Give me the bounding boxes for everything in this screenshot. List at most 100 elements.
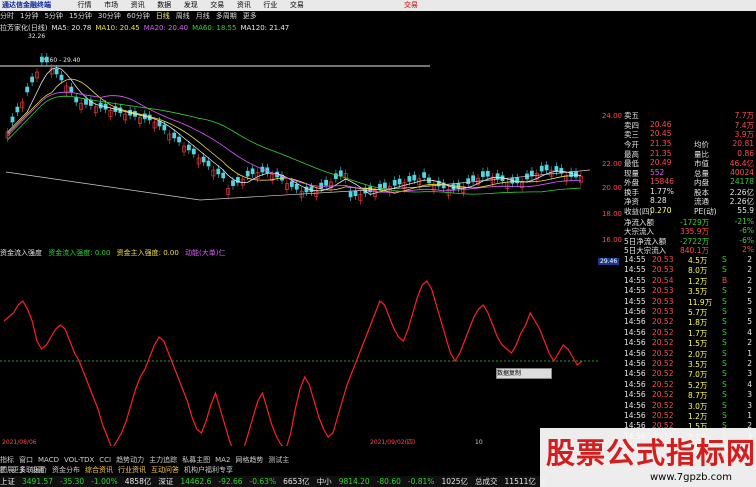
- menu-item-market2[interactable]: 市场: [104, 0, 118, 11]
- date-left: 2021/08/06: [2, 439, 37, 446]
- trade-row: 14:55 20.53 4.5万 S 2: [624, 255, 752, 265]
- candle: [191, 148, 196, 155]
- candle: [15, 106, 20, 113]
- watermark: 股票公式指标网 www.7gpzb.com: [540, 428, 756, 487]
- trade-row: 14:56 20.52 8.7万 S 3: [624, 390, 752, 401]
- indicator-tab-2[interactable]: MACD: [38, 456, 59, 464]
- period-5[interactable]: 60分钟: [127, 11, 150, 22]
- menu-item-industry[interactable]: 行业: [263, 0, 277, 11]
- indicator-label-2: 资金主入强度: 0.00: [116, 249, 179, 257]
- candle: [10, 116, 15, 123]
- period-9[interactable]: 多周期: [216, 11, 237, 22]
- trade-row: 14:56 20.52 3.0万 S 3: [624, 400, 752, 411]
- watermark-title: 股票公式指标网: [546, 436, 756, 470]
- indicator-label-3: 动能(大单)仁: [185, 249, 226, 257]
- menu-item-market[interactable]: 行情: [78, 0, 92, 11]
- ticker-field: 1025亿: [441, 477, 469, 486]
- info-tab-6[interactable]: 机构户福利专享: [184, 466, 233, 474]
- info-tab-0[interactable]: 扩展: [0, 466, 14, 474]
- quote-row: 卖五 7.7万: [624, 110, 756, 120]
- ticker-field: 6653亿: [283, 477, 310, 486]
- candle: [397, 178, 402, 185]
- candle: [201, 156, 206, 163]
- info-tab-4[interactable]: 行业资讯: [118, 466, 146, 474]
- y-tick: 18.00: [601, 210, 622, 218]
- indicator-tab-3[interactable]: VOL-TDX: [64, 456, 94, 464]
- menu-item-info[interactable]: 资讯: [237, 0, 251, 11]
- trade-row: 14:56 20.52 1.7万 S 4: [624, 327, 752, 338]
- indicator-tab-7[interactable]: 私募主图: [182, 456, 210, 464]
- candle: [485, 170, 490, 177]
- indicator-tab-4[interactable]: CCI: [99, 456, 111, 464]
- indicator-tab-6[interactable]: 主力追踪: [149, 456, 177, 464]
- candle: [54, 68, 59, 75]
- ticker-field: 14462.6: [180, 477, 212, 486]
- candle: [319, 182, 324, 189]
- candle: [539, 165, 544, 172]
- quote-row: 外盘 15846 内盘 24178: [624, 177, 756, 187]
- menu-item-data[interactable]: 数据: [157, 0, 171, 11]
- indicator-tab-9[interactable]: 网格趋势: [235, 456, 263, 464]
- flow-pct: -21%: [734, 217, 754, 226]
- ticker-field: -80.60: [376, 477, 401, 486]
- indicator-tab-0[interactable]: 指标: [0, 456, 14, 464]
- info-tab-1[interactable]: 关联报价: [19, 466, 47, 474]
- ticker-field: 中小: [316, 477, 332, 486]
- ticker-field: 3491.57: [22, 477, 54, 486]
- indicator-tab-1[interactable]: 窗口: [19, 456, 33, 464]
- indicator-name[interactable]: 资金流入强度: [0, 249, 42, 257]
- info-tab-5[interactable]: 互动问答: [151, 466, 179, 474]
- trade-row: 14:56 20.52 1.5万 S 2: [624, 338, 752, 349]
- candle: [206, 160, 211, 167]
- quote-row: 今开 21.35 均价 20.81: [624, 139, 756, 149]
- watermark-url: www.7gpzb.com: [650, 472, 732, 483]
- menu-bar: 通达信金融终端 行情 市场 资讯 数据 发现 交易 资讯 行业 交易 交易: [0, 0, 756, 11]
- quote-val: 15846: [650, 177, 674, 186]
- menu-item-trade[interactable]: 交易: [210, 0, 224, 11]
- candle: [407, 176, 412, 182]
- menu-item-discover[interactable]: 发现: [184, 0, 198, 11]
- candle: [382, 182, 387, 189]
- ticker-field: 总成交: [475, 477, 498, 486]
- period-0[interactable]: 分时: [0, 11, 14, 22]
- quote-val2: 0.86: [737, 149, 754, 158]
- trade-row: 14:56 20.53 5.7万 S 3: [624, 307, 752, 317]
- period-6[interactable]: 日线: [156, 11, 170, 22]
- trade-row: 14:56 20.52 5.2万 S 4: [624, 379, 752, 390]
- period-10[interactable]: 更多: [243, 11, 257, 22]
- info-tab-3[interactable]: 综合资讯: [85, 466, 113, 474]
- indicator-chart[interactable]: 2021/08/06 2021/09/02(四) 10 29.46: [0, 258, 598, 446]
- menu-item-trade2[interactable]: 交易: [290, 0, 304, 11]
- indicator-tabs: 指标 窗口 MACD VOL-TDX CCI 趋势动力 主力追踪 私募主图 MA2 网格趋势 测试主…: [0, 455, 300, 474]
- candle: [294, 183, 299, 190]
- ticker-field: 11511亿: [504, 477, 536, 486]
- candle: [495, 173, 500, 179]
- candle: [412, 174, 417, 181]
- candle: [353, 190, 358, 196]
- ticker-field: -0.81%: [407, 477, 435, 486]
- quote-key: 收益(四): [624, 207, 653, 216]
- ticker-field: 上证: [0, 477, 15, 486]
- period-4[interactable]: 30分钟: [98, 11, 121, 22]
- period-1[interactable]: 1分钟: [20, 11, 38, 22]
- indicator-tab-5[interactable]: 趋势动力: [116, 456, 144, 464]
- period-8[interactable]: 月线: [196, 11, 210, 22]
- info-tab-2[interactable]: 资金分布: [52, 466, 80, 474]
- menu-trade-right[interactable]: 交易: [404, 0, 418, 11]
- indicator-tab-8[interactable]: MA2: [215, 456, 230, 464]
- quote-val: 0.270: [650, 206, 672, 215]
- y-tick: 20.00: [601, 184, 622, 192]
- menu-item-news[interactable]: 资讯: [131, 0, 145, 11]
- y-tick: 22.00: [601, 160, 622, 168]
- quote-val: 21.35: [650, 149, 672, 158]
- copy-popup[interactable]: 数据复制: [496, 368, 552, 379]
- ticker-field: -92.66: [218, 477, 243, 486]
- indicator-label-1: 资金流入强度: 0.00: [48, 249, 111, 257]
- candle: [324, 179, 329, 186]
- candle: [59, 74, 64, 81]
- quote-val: 552: [650, 168, 665, 177]
- period-3[interactable]: 15分钟: [69, 11, 92, 22]
- period-7[interactable]: 周线: [176, 11, 190, 22]
- period-2[interactable]: 5分钟: [44, 11, 62, 22]
- main-kline-chart[interactable]: 29.60 - 29.40 32.26: [0, 22, 598, 230]
